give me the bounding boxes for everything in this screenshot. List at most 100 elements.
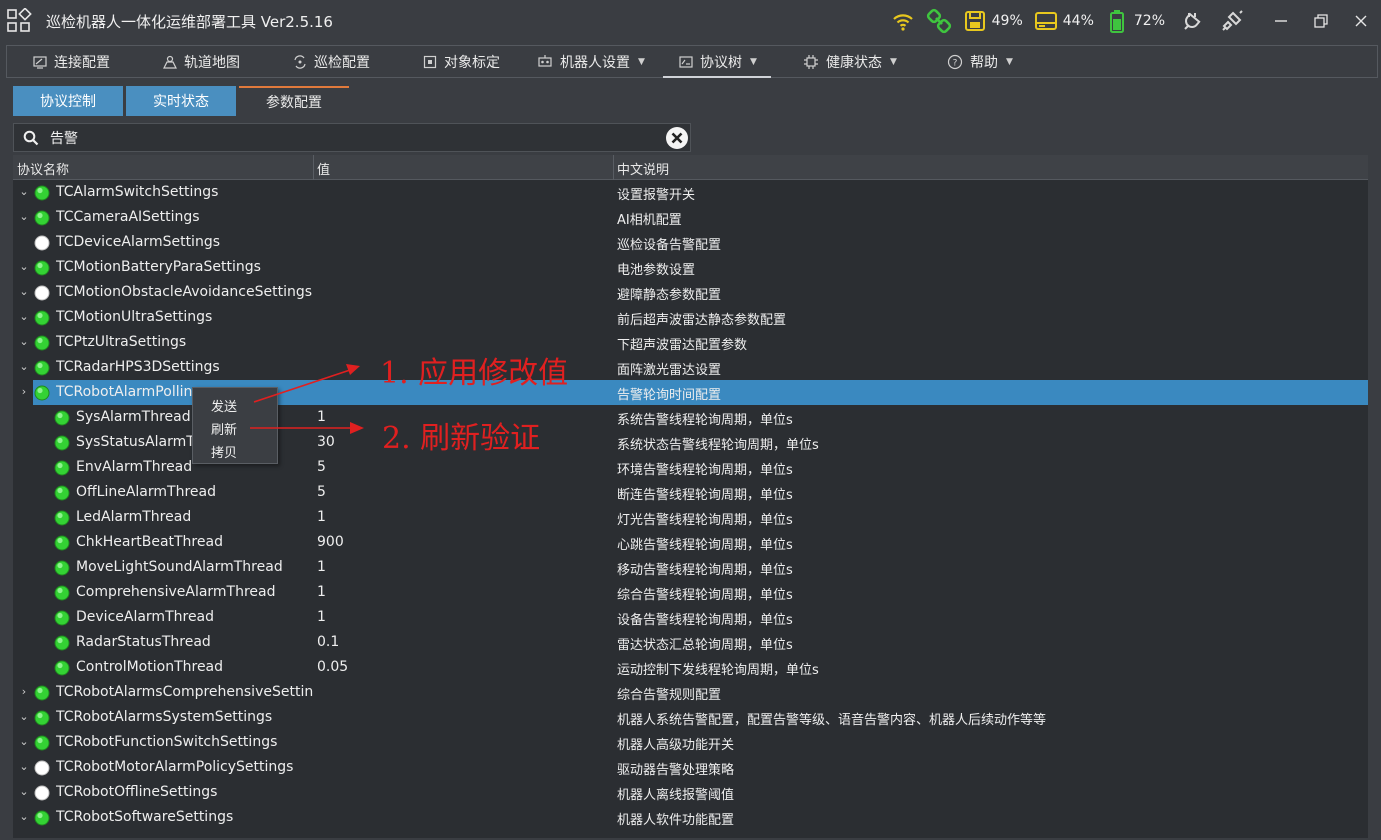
row-name: TCRobotAlarmsComprehensiveSettings [56, 684, 313, 700]
chevron-down-icon[interactable]: ⌄ [18, 333, 30, 351]
chevron-right-icon[interactable]: › [18, 383, 30, 401]
status-green-icon [54, 635, 70, 651]
row-description: 驱动器告警处理策略 [617, 763, 735, 778]
chevron-down-icon[interactable]: ⌄ [18, 758, 30, 776]
status-green-icon [34, 210, 50, 226]
tree-row[interactable]: LedAlarmThread 1 灯光告警线程轮询周期，单位s [13, 505, 1368, 530]
plug-connect-icon[interactable] [1179, 8, 1205, 34]
tree-row[interactable]: ⌄ TCMotionBatteryParaSettings 电池参数设置 [13, 255, 1368, 280]
chevron-down-icon: ▼ [1006, 56, 1013, 67]
row-name: TCCameraAISettings [56, 209, 200, 225]
chevron-down-icon[interactable]: ⌄ [18, 283, 30, 301]
column-divider[interactable] [613, 155, 614, 180]
tree-row[interactable]: ⌄ TCCameraAISettings AI相机配置 [13, 205, 1368, 230]
row-value[interactable]: 0.1 [317, 634, 339, 650]
subtab-param-config[interactable]: 参数配置 [239, 86, 349, 116]
column-header-name[interactable]: 协议名称 [17, 159, 69, 178]
row-value[interactable]: 1 [317, 609, 326, 625]
status-green-icon [34, 685, 50, 701]
status-green-icon [54, 460, 70, 476]
tree-row[interactable]: ControlMotionThread 0.05 运动控制下发线程轮询周期，单位s [13, 655, 1368, 680]
menu-item-copy[interactable]: 拷贝 [211, 442, 237, 461]
nav-track-map[interactable]: 轨道地图 [163, 46, 240, 77]
menu-item-refresh[interactable]: 刷新 [211, 419, 237, 438]
row-description: 下超声波雷达配置参数 [617, 338, 748, 353]
chevron-down-icon[interactable]: ⌄ [18, 358, 30, 376]
track-map-icon [163, 55, 177, 69]
chevron-down-icon[interactable]: ⌄ [18, 733, 30, 751]
row-value[interactable]: 1 [317, 509, 326, 525]
status-white-icon [34, 760, 50, 776]
row-description: 运动控制下发线程轮询周期，单位s [617, 663, 819, 678]
row-value[interactable]: 1 [317, 584, 326, 600]
tree-row[interactable]: › TCRobotAlarmsComprehensiveSettings 综合告警规… [13, 680, 1368, 705]
row-value[interactable]: 0.05 [317, 659, 348, 675]
row-value[interactable]: 30 [317, 434, 335, 450]
row-description: 机器人高级功能开关 [617, 738, 735, 753]
tree-row[interactable]: MoveLightSoundAlarmThread 1 移动告警线程轮询周期，单位s [13, 555, 1368, 580]
nav-health-status[interactable]: 健康状态 ▼ [803, 46, 897, 77]
row-description: 设置报警开关 [617, 188, 696, 203]
subtab-realtime-status[interactable]: 实时状态 [126, 86, 236, 116]
chevron-down-icon[interactable]: ⌄ [18, 258, 30, 276]
tree-row[interactable]: RadarStatusThread 0.1 雷达状态汇总轮询周期，单位s [13, 630, 1368, 655]
row-description: 设备告警线程轮询周期，单位s [617, 613, 793, 628]
row-name: TCRobotOfflineSettings [56, 784, 218, 800]
chevron-down-icon[interactable]: ⌄ [18, 808, 30, 826]
nav-connection-config[interactable]: 连接配置 [33, 46, 110, 77]
row-value[interactable]: 5 [317, 484, 326, 500]
tree-row[interactable]: ⌄ TCAlarmSwitchSettings 设置报警开关 [13, 180, 1368, 205]
tree-row[interactable]: TCDeviceAlarmSettings 巡检设备告警配置 [13, 230, 1368, 255]
tree-row[interactable]: ChkHeartBeatThread 900 心跳告警线程轮询周期，单位s [13, 530, 1368, 555]
connection-config-icon [33, 55, 47, 69]
column-header-value[interactable]: 值 [317, 159, 330, 178]
tree-row[interactable]: ⌄ TCRobotMotorAlarmPolicySettings 驱动器告警处理策… [13, 755, 1368, 780]
chevron-down-icon[interactable]: ⌄ [18, 783, 30, 801]
chevron-right-icon[interactable]: › [18, 683, 30, 701]
nav-label: 巡检配置 [314, 54, 370, 71]
row-name: TCRobotMotorAlarmPolicySettings [56, 759, 294, 775]
nav-inspection-config[interactable]: 巡检配置 [293, 46, 370, 77]
nav-help[interactable]: ? 帮助 ▼ [947, 46, 1013, 77]
chevron-down-icon[interactable]: ⌄ [18, 708, 30, 726]
chevron-down-icon[interactable]: ⌄ [18, 308, 30, 326]
clear-search-icon[interactable] [665, 126, 689, 150]
tree-row[interactable]: ⌄ TCRobotOfflineSettings 机器人离线报警阈值 [13, 780, 1368, 805]
nav-protocol-tree[interactable]: 协议树 ▼ [663, 46, 771, 78]
tree-row[interactable]: ⌄ TCMotionUltraSettings 前后超声波雷达静态参数配置 [13, 305, 1368, 330]
status-green-icon [34, 185, 50, 201]
row-name: TCRadarHPS3DSettings [56, 359, 220, 375]
tree-row[interactable]: ⌄ TCPtzUltraSettings 下超声波雷达配置参数 [13, 330, 1368, 355]
tree-row[interactable]: ⌄ TCRobotSoftwareSettings 机器人软件功能配置 [13, 805, 1368, 830]
row-value[interactable]: 1 [317, 409, 326, 425]
column-header-desc[interactable]: 中文说明 [617, 159, 669, 178]
tree-row[interactable]: DeviceAlarmThread 1 设备告警线程轮询周期，单位s [13, 605, 1368, 630]
nav-robot-settings[interactable]: 机器人设置 ▼ [537, 46, 645, 77]
row-value[interactable]: 1 [317, 559, 326, 575]
menu-item-send[interactable]: 发送 [211, 396, 237, 415]
chevron-down-icon: ▼ [750, 56, 757, 67]
tree-row[interactable]: ⌄ TCRobotAlarmsSystemSettings 机器人系统告警配置，配置… [13, 705, 1368, 730]
disconnect-icon[interactable] [1219, 8, 1245, 34]
close-window-button[interactable] [1341, 0, 1381, 42]
minimize-button[interactable] [1261, 0, 1301, 42]
tree-row[interactable]: ⌄ TCRobotFunctionSwitchSettings 机器人高级功能开关 [13, 730, 1368, 755]
subtab-protocol-control[interactable]: 协议控制 [13, 86, 123, 116]
tree-row[interactable]: ⌄ TCMotionObstacleAvoidanceSettings 避障静态参数… [13, 280, 1368, 305]
row-name: TCRobotSoftwareSettings [56, 809, 234, 825]
chevron-down-icon[interactable]: ⌄ [18, 208, 30, 226]
chevron-down-icon[interactable]: ⌄ [18, 183, 30, 201]
row-name: TCRobotAlarmPollin [56, 384, 192, 400]
nav-object-calibration[interactable]: 对象标定 [423, 46, 500, 77]
search-input[interactable] [50, 127, 650, 149]
row-value[interactable]: 5 [317, 459, 326, 475]
battery-percent: 72% [1133, 13, 1165, 29]
column-divider[interactable] [313, 155, 314, 180]
tree-row[interactable]: ⌄ TCRadarHPS3DSettings 面阵激光雷达设置 [13, 355, 1368, 380]
row-description: 机器人软件功能配置 [617, 813, 735, 828]
storage-drive-icon [1033, 8, 1059, 34]
restore-button[interactable] [1301, 0, 1341, 42]
row-value[interactable]: 900 [317, 534, 344, 550]
tree-row[interactable]: OffLineAlarmThread 5 断连告警线程轮询周期，单位s [13, 480, 1368, 505]
tree-row[interactable]: ComprehensiveAlarmThread 1 综合告警线程轮询周期，单位s [13, 580, 1368, 605]
